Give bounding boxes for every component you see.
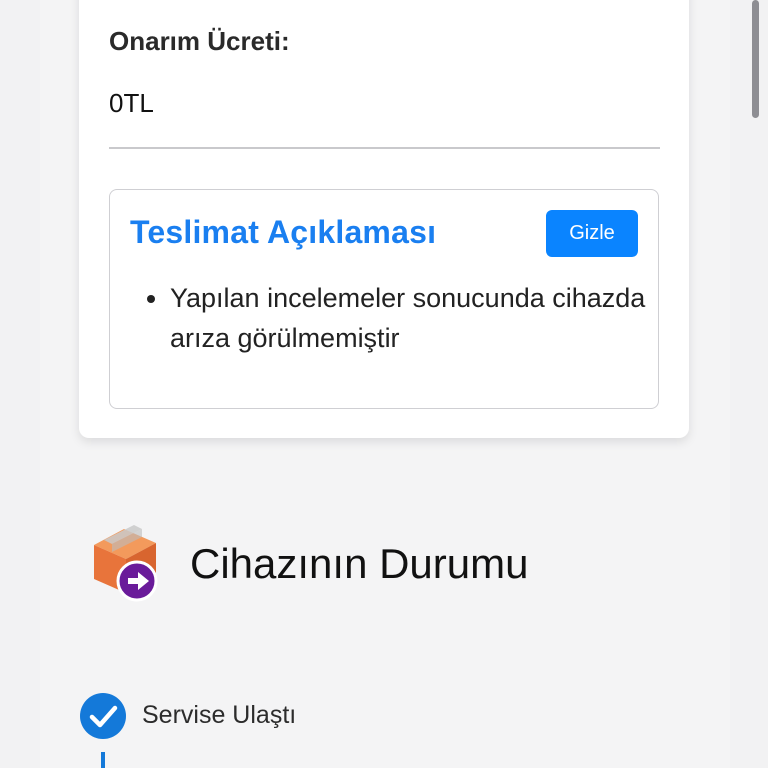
box-arrow-icon <box>94 525 158 602</box>
step-label: Servise Ulaştı <box>142 701 297 729</box>
divider <box>109 147 660 149</box>
page: Onarım Ücreti: 0TL Teslimat Açıklaması G… <box>0 0 768 768</box>
scrollbar[interactable] <box>752 0 759 118</box>
repair-fee-value: 0TL <box>109 88 154 118</box>
device-status-title: Cihazının Durumu <box>190 540 529 587</box>
delivery-description-title: Teslimat Açıklaması <box>130 214 437 250</box>
delivery-description-box: Teslimat Açıklaması Gizle Yapılan incele… <box>109 189 659 409</box>
hide-button[interactable]: Gizle <box>546 210 638 257</box>
delivery-description-list: Yapılan incelemeler sonucunda cihazda ar… <box>130 278 670 358</box>
check-circle-icon <box>80 693 126 739</box>
repair-card: Onarım Ücreti: 0TL Teslimat Açıklaması G… <box>79 0 689 438</box>
list-item: Yapılan incelemeler sonucunda cihazda ar… <box>170 278 670 358</box>
step-connector <box>101 752 105 768</box>
repair-fee-label: Onarım Ücreti: <box>109 26 290 56</box>
